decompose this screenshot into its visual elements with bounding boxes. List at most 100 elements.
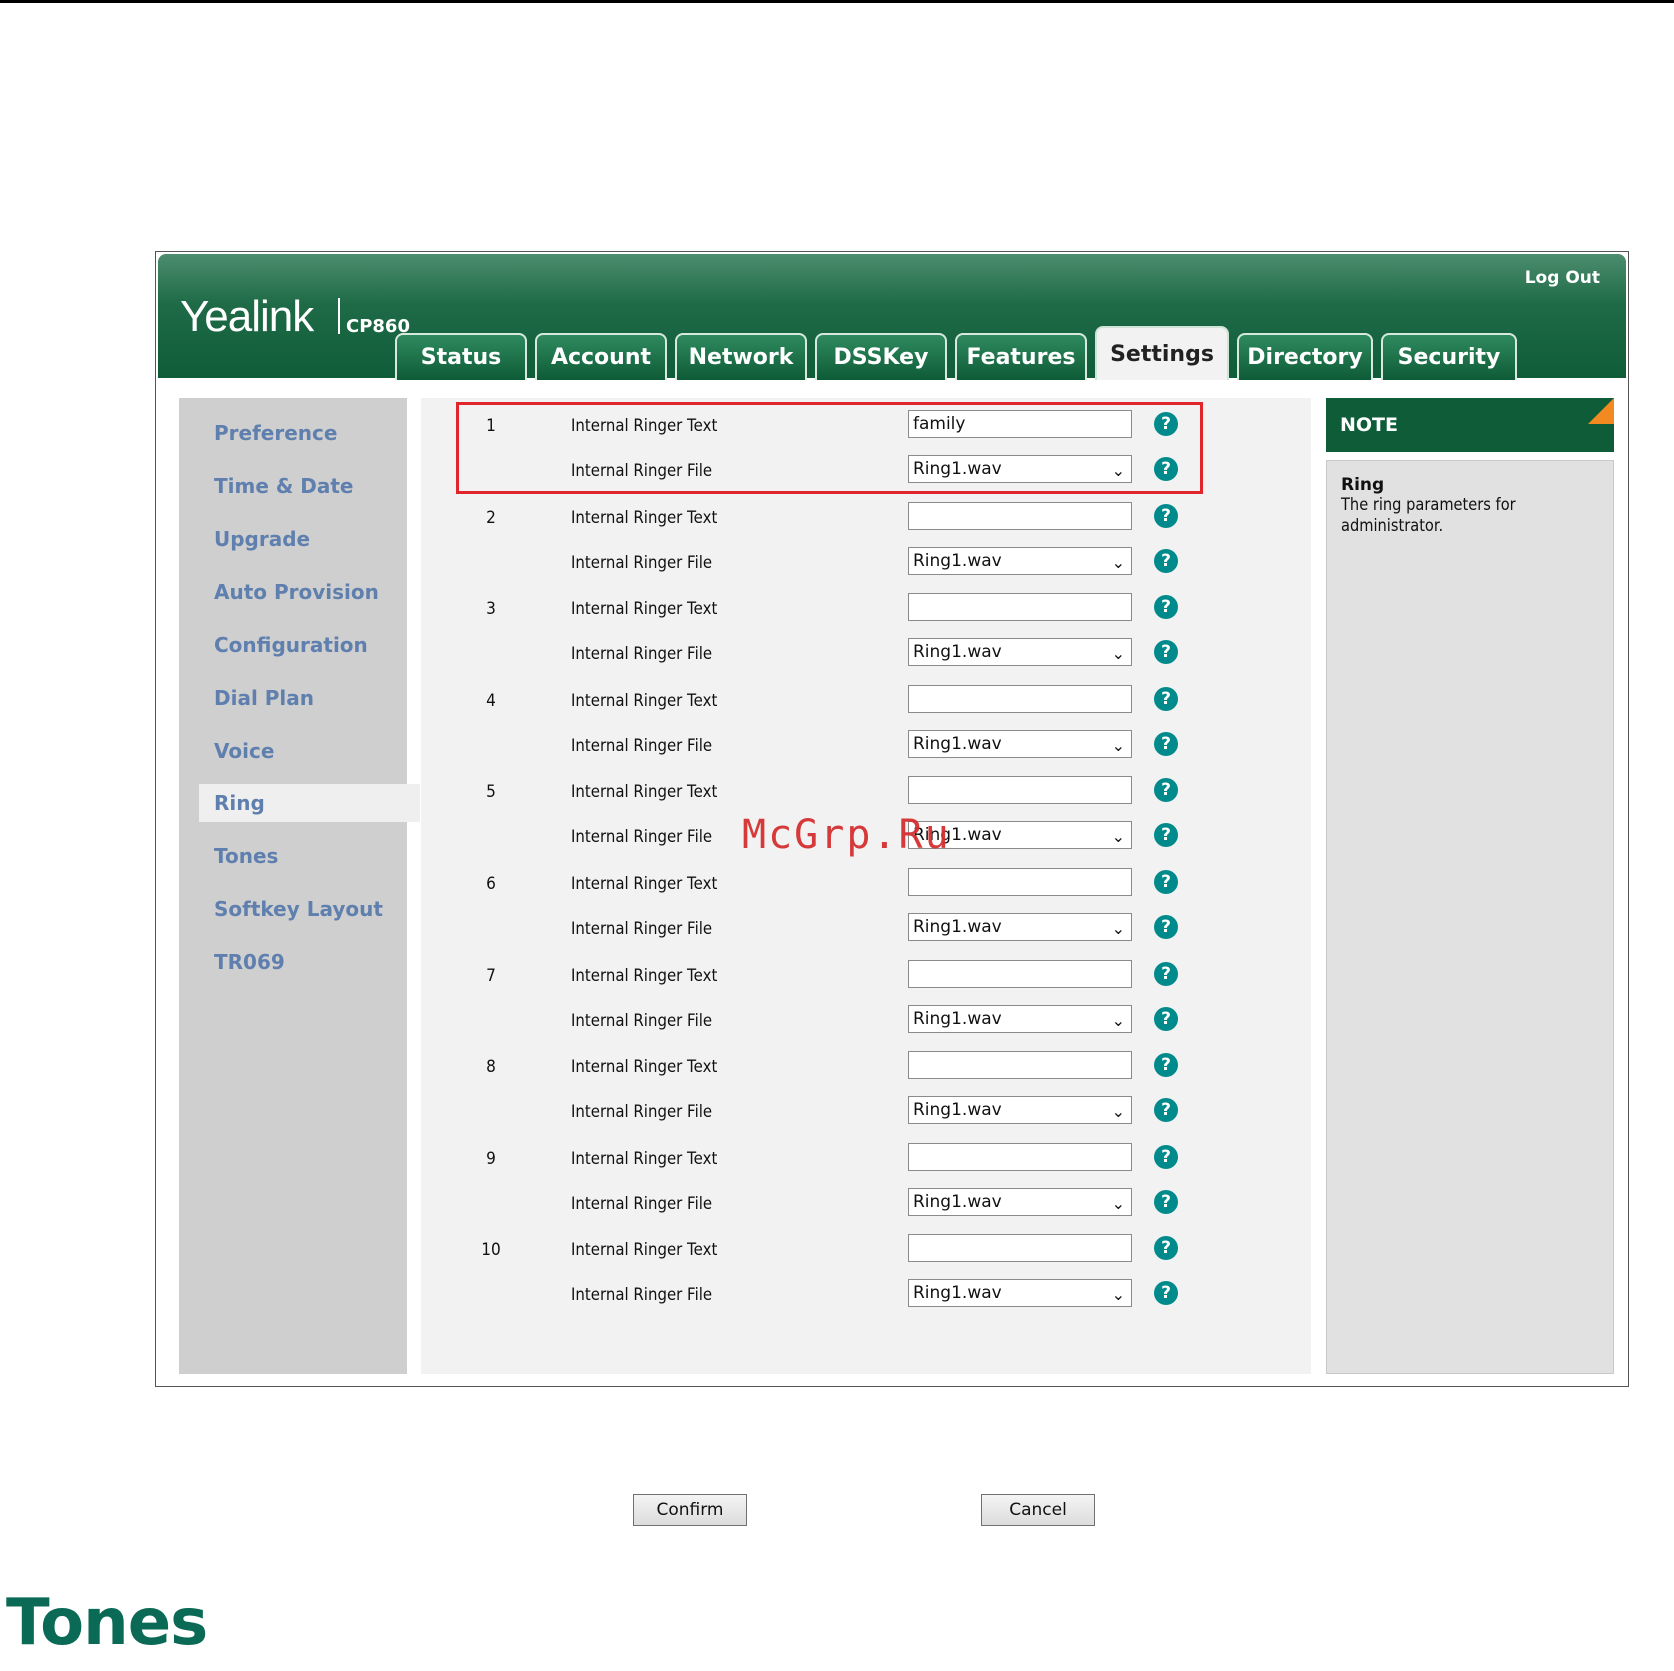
ringer-file-value: Ring1.wav — [913, 1008, 1002, 1029]
ringer-file-row: Internal Ringer File Ring1.wav ⌄? — [421, 911, 1311, 951]
tab-security[interactable]: Security — [1381, 333, 1517, 380]
sidebar-item-time-date[interactable]: Time & Date — [179, 467, 419, 505]
ringer-text-input[interactable] — [908, 501, 1132, 530]
ringer-text-label: Internal Ringer Text — [571, 965, 718, 986]
help-icon[interactable]: ? — [1154, 823, 1178, 848]
ringer-file-value: Ring1.wav — [913, 1191, 1002, 1212]
section-title: Tones — [6, 1586, 208, 1660]
ringer-file-label: Internal Ringer File — [571, 1102, 713, 1123]
ringer-file-select[interactable]: Ring1.wav ⌄ — [908, 1187, 1132, 1216]
ringer-number: 6 — [486, 874, 496, 894]
ringer-number: 3 — [486, 599, 496, 620]
sidebar-item-auto-provision[interactable]: Auto Provision — [179, 573, 419, 611]
help-icon[interactable]: ? — [1154, 961, 1178, 986]
help-icon[interactable]: ? — [1154, 731, 1178, 756]
ringer-number: 4 — [486, 690, 496, 711]
cancel-button[interactable]: Cancel — [981, 1494, 1095, 1526]
tab-features[interactable]: Features — [955, 333, 1087, 380]
sidebar-item-voice[interactable]: Voice — [179, 732, 419, 770]
header-bar: Yealink CP860 Log Out Status Account Net… — [158, 254, 1626, 380]
ringer-text-input[interactable] — [908, 776, 1132, 805]
ringer-text-input[interactable] — [908, 684, 1132, 713]
ringer-text-row: 6 Internal Ringer Text? — [421, 866, 1311, 906]
ringer-text-label: Internal Ringer Text — [571, 1057, 718, 1078]
ringer-file-row: Internal Ringer File Ring1.wav ⌄? — [421, 1186, 1311, 1226]
ringer-file-value: Ring1.wav — [913, 1283, 1002, 1304]
ringer-text-input[interactable] — [908, 593, 1132, 622]
help-icon[interactable]: ? — [1154, 870, 1178, 894]
help-icon[interactable]: ? — [1154, 503, 1178, 528]
chevron-down-icon: ⌄ — [1111, 735, 1125, 755]
ringer-text-row: 2 Internal Ringer Text? — [421, 500, 1311, 540]
ringer-text-label: Internal Ringer Text — [571, 599, 718, 620]
chevron-down-icon: ⌄ — [1111, 1193, 1125, 1213]
ringer-text-row: 9 Internal Ringer Text? — [421, 1141, 1311, 1181]
watermark: McGrp.Ru — [742, 812, 951, 858]
help-icon[interactable]: ? — [1154, 640, 1178, 665]
sidebar-item-upgrade[interactable]: Upgrade — [179, 520, 419, 558]
ringer-file-value: Ring1.wav — [913, 642, 1002, 663]
chevron-down-icon: ⌄ — [1111, 827, 1125, 847]
note-panel: Ring The ring parameters for administrat… — [1326, 460, 1614, 1374]
sidebar: Preference Time & Date Upgrade Auto Prov… — [179, 398, 420, 1374]
help-icon[interactable]: ? — [1154, 1053, 1178, 1078]
ringer-text-input[interactable] — [908, 959, 1132, 988]
tab-dsskey[interactable]: DSSKey — [815, 333, 947, 380]
help-icon[interactable]: ? — [1154, 1144, 1178, 1169]
ringer-text-input[interactable] — [908, 1051, 1132, 1080]
ringer-file-select[interactable]: Ring1.wav ⌄ — [908, 729, 1132, 758]
note-corner-icon — [1588, 398, 1614, 424]
sidebar-item-dial-plan[interactable]: Dial Plan — [179, 679, 419, 717]
highlight-box — [456, 402, 1203, 494]
sidebar-item-tones[interactable]: Tones — [179, 837, 419, 875]
help-icon[interactable]: ? — [1154, 778, 1178, 803]
help-icon[interactable]: ? — [1154, 595, 1178, 620]
ringer-file-label: Internal Ringer File — [571, 552, 713, 573]
sidebar-item-tr069[interactable]: TR069 — [179, 943, 419, 981]
ringer-file-select[interactable]: Ring1.wav ⌄ — [908, 546, 1132, 575]
ringer-text-label: Internal Ringer Text — [571, 782, 718, 803]
confirm-button[interactable]: Confirm — [633, 1494, 747, 1526]
help-icon[interactable]: ? — [1154, 686, 1178, 711]
tab-status[interactable]: Status — [395, 333, 527, 380]
ringer-text-row: 8 Internal Ringer Text? — [421, 1049, 1311, 1089]
help-icon[interactable]: ? — [1154, 548, 1178, 573]
ringer-file-label: Internal Ringer File — [571, 827, 713, 848]
tab-network[interactable]: Network — [675, 333, 807, 380]
tab-directory[interactable]: Directory — [1237, 333, 1373, 380]
ringer-file-select[interactable]: Ring1.wav ⌄ — [908, 1004, 1132, 1033]
ringer-file-select[interactable]: Ring1.wav ⌄ — [908, 1279, 1132, 1308]
ringer-number: 7 — [486, 965, 496, 986]
ringer-file-select[interactable]: Ring1.wav ⌄ — [908, 913, 1132, 941]
ringer-text-label: Internal Ringer Text — [571, 690, 718, 711]
ringer-file-select[interactable]: Ring1.wav ⌄ — [908, 638, 1132, 667]
ringer-text-row: 10 Internal Ringer Text? — [421, 1232, 1311, 1272]
sidebar-item-configuration[interactable]: Configuration — [179, 626, 419, 664]
ringer-text-label: Internal Ringer Text — [571, 874, 718, 894]
tab-account[interactable]: Account — [535, 333, 667, 380]
help-icon[interactable]: ? — [1154, 1098, 1178, 1123]
help-icon[interactable]: ? — [1154, 1189, 1178, 1214]
chevron-down-icon: ⌄ — [1111, 1102, 1125, 1122]
help-icon[interactable]: ? — [1154, 1006, 1178, 1031]
ringer-number: 2 — [486, 507, 496, 528]
tab-settings[interactable]: Settings — [1095, 326, 1229, 380]
help-icon[interactable]: ? — [1154, 1236, 1178, 1261]
ringer-text-input[interactable] — [908, 868, 1132, 896]
help-icon[interactable]: ? — [1154, 1281, 1178, 1306]
ringer-file-label: Internal Ringer File — [571, 1285, 713, 1306]
sidebar-item-preference[interactable]: Preference — [179, 414, 419, 452]
ringer-text-input[interactable] — [908, 1142, 1132, 1171]
ringer-text-input[interactable] — [908, 1234, 1132, 1263]
ringer-file-label: Internal Ringer File — [571, 919, 713, 939]
ringer-file-row: Internal Ringer File Ring1.wav ⌄? — [421, 545, 1311, 585]
ringer-file-select[interactable]: Ring1.wav ⌄ — [908, 1096, 1132, 1125]
tab-bar: Status Account Network DSSKey Features S… — [158, 254, 1626, 380]
ringer-file-label: Internal Ringer File — [571, 735, 713, 756]
sidebar-item-ring[interactable]: Ring — [199, 784, 420, 822]
help-icon[interactable]: ? — [1154, 915, 1178, 939]
ringer-text-label: Internal Ringer Text — [571, 507, 718, 528]
ringer-number: 8 — [486, 1057, 496, 1078]
sidebar-item-softkey-layout[interactable]: Softkey Layout — [179, 890, 419, 928]
ringer-text-row: 3 Internal Ringer Text? — [421, 591, 1311, 631]
